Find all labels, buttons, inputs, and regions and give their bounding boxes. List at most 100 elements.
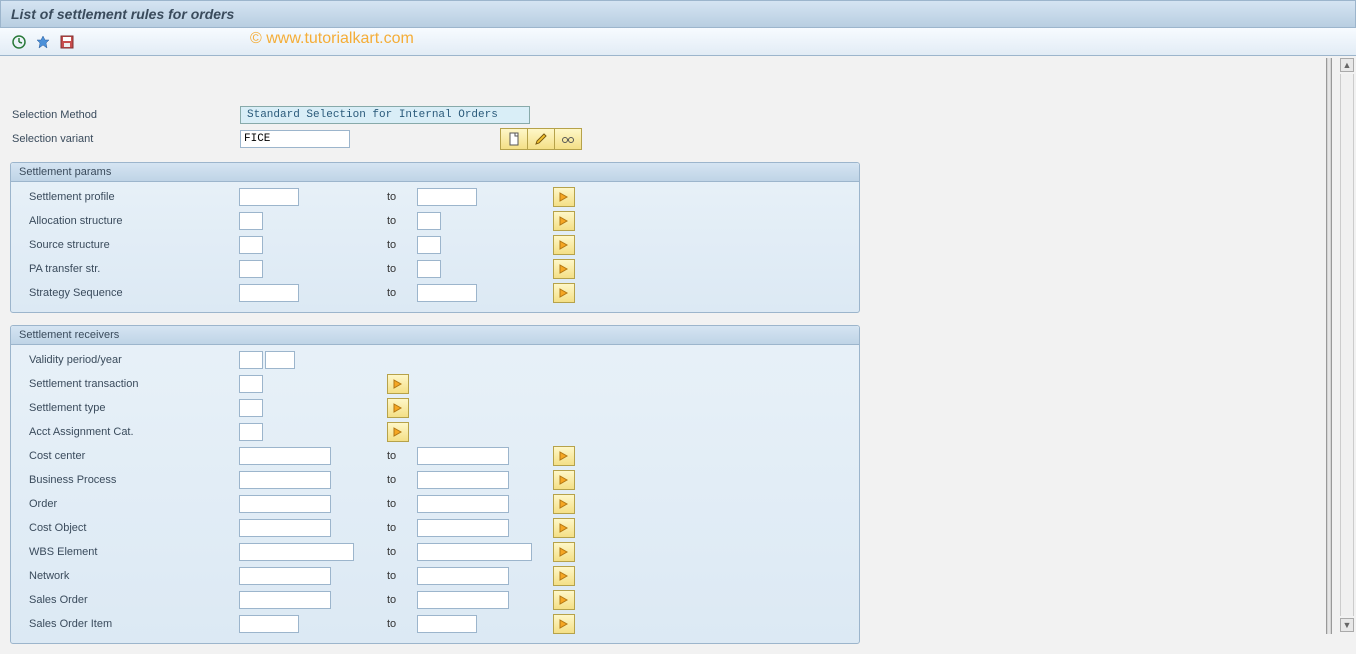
value-input[interactable] — [239, 375, 263, 393]
to-label: to — [387, 450, 417, 462]
to-input[interactable] — [417, 591, 509, 609]
multiple-selection-button[interactable] — [553, 494, 575, 514]
to-input[interactable] — [417, 188, 477, 206]
arrow-right-icon — [558, 474, 570, 486]
from-input[interactable] — [239, 188, 299, 206]
field-label: Source structure — [19, 239, 239, 251]
to-label: to — [387, 618, 417, 630]
to-label: to — [387, 263, 417, 275]
to-input[interactable] — [417, 495, 509, 513]
multiple-selection-button[interactable] — [387, 422, 409, 442]
receiver-range-row: Sales Order Item to — [19, 613, 851, 635]
to-input[interactable] — [417, 212, 441, 230]
validity-row: Validity period/year — [19, 349, 851, 371]
settlement-params-header: Settlement params — [11, 163, 859, 182]
multiple-selection-button[interactable] — [553, 211, 575, 231]
multiple-selection-button[interactable] — [553, 470, 575, 490]
multiple-selection-button[interactable] — [553, 518, 575, 538]
from-input[interactable] — [239, 591, 331, 609]
to-label: to — [387, 594, 417, 606]
multiple-selection-button[interactable] — [553, 614, 575, 634]
multiple-selection-button[interactable] — [553, 566, 575, 586]
from-input[interactable] — [239, 284, 299, 302]
to-input[interactable] — [417, 260, 441, 278]
receiver-range-row: WBS Element to — [19, 541, 851, 563]
to-input[interactable] — [417, 471, 509, 489]
multiple-selection-button[interactable] — [387, 374, 409, 394]
selection-method-value: Standard Selection for Internal Orders — [240, 106, 530, 124]
multiple-selection-button[interactable] — [553, 235, 575, 255]
multiple-selection-button[interactable] — [553, 542, 575, 562]
arrow-right-icon — [558, 191, 570, 203]
field-label: Strategy Sequence — [19, 287, 239, 299]
from-input[interactable] — [239, 471, 331, 489]
value-input[interactable] — [239, 399, 263, 417]
selection-variant-row: Selection variant — [10, 128, 1346, 150]
to-label: to — [387, 215, 417, 227]
to-input[interactable] — [417, 284, 477, 302]
arrow-right-icon — [558, 522, 570, 534]
arrow-right-icon — [558, 239, 570, 251]
multiple-selection-button[interactable] — [553, 187, 575, 207]
variant-get-icon[interactable] — [34, 33, 52, 51]
page-title: List of settlement rules for orders — [11, 6, 234, 22]
to-input[interactable] — [417, 519, 509, 537]
from-input[interactable] — [239, 495, 331, 513]
selection-method-row: Selection Method Standard Selection for … — [10, 104, 1346, 126]
to-input[interactable] — [417, 567, 509, 585]
toolbar: © www.tutorialkart.com — [0, 28, 1356, 56]
to-label: to — [387, 546, 417, 558]
from-input[interactable] — [239, 519, 331, 537]
from-input[interactable] — [239, 543, 354, 561]
param-row: Source structure to — [19, 234, 851, 256]
variant-create-button[interactable] — [500, 128, 528, 150]
to-input[interactable] — [417, 236, 441, 254]
content-area: Selection Method Standard Selection for … — [0, 56, 1356, 654]
field-label: WBS Element — [19, 546, 239, 558]
from-input[interactable] — [239, 260, 263, 278]
to-input[interactable] — [417, 615, 477, 633]
from-input[interactable] — [239, 567, 331, 585]
to-input[interactable] — [417, 543, 532, 561]
field-label: Sales Order — [19, 594, 239, 606]
receiver-range-row: Network to — [19, 565, 851, 587]
execute-icon[interactable] — [10, 33, 28, 51]
document-icon — [507, 132, 521, 146]
from-input[interactable] — [239, 615, 299, 633]
arrow-right-icon — [558, 287, 570, 299]
glasses-icon — [561, 132, 575, 146]
title-bar: List of settlement rules for orders — [0, 0, 1356, 28]
receiver-range-row: Business Process to — [19, 469, 851, 491]
field-label: Acct Assignment Cat. — [19, 426, 239, 438]
validity-year-input[interactable] — [265, 351, 295, 369]
multiple-selection-button[interactable] — [553, 283, 575, 303]
to-input[interactable] — [417, 447, 509, 465]
to-label: to — [387, 570, 417, 582]
variant-change-button[interactable] — [527, 128, 555, 150]
from-input[interactable] — [239, 212, 263, 230]
settlement-params-group: Settlement params Settlement profile to … — [10, 162, 860, 313]
arrow-right-icon — [558, 498, 570, 510]
param-row: Settlement profile to — [19, 186, 851, 208]
value-input[interactable] — [239, 423, 263, 441]
from-input[interactable] — [239, 236, 263, 254]
receiver-range-row: Order to — [19, 493, 851, 515]
from-input[interactable] — [239, 447, 331, 465]
field-label: Sales Order Item — [19, 618, 239, 630]
receiver-simple-row: Settlement type — [19, 397, 851, 419]
save-icon[interactable] — [58, 33, 76, 51]
watermark-text: © www.tutorialkart.com — [250, 30, 414, 48]
multiple-selection-button[interactable] — [553, 259, 575, 279]
selection-variant-input[interactable] — [240, 130, 350, 148]
field-label: PA transfer str. — [19, 263, 239, 275]
to-label: to — [387, 474, 417, 486]
receiver-simple-row: Settlement transaction — [19, 373, 851, 395]
receiver-range-row: Cost center to — [19, 445, 851, 467]
multiple-selection-button[interactable] — [387, 398, 409, 418]
multiple-selection-button[interactable] — [553, 590, 575, 610]
field-label: Business Process — [19, 474, 239, 486]
to-label: to — [387, 287, 417, 299]
multiple-selection-button[interactable] — [553, 446, 575, 466]
variant-display-button[interactable] — [554, 128, 582, 150]
validity-period-input[interactable] — [239, 351, 263, 369]
